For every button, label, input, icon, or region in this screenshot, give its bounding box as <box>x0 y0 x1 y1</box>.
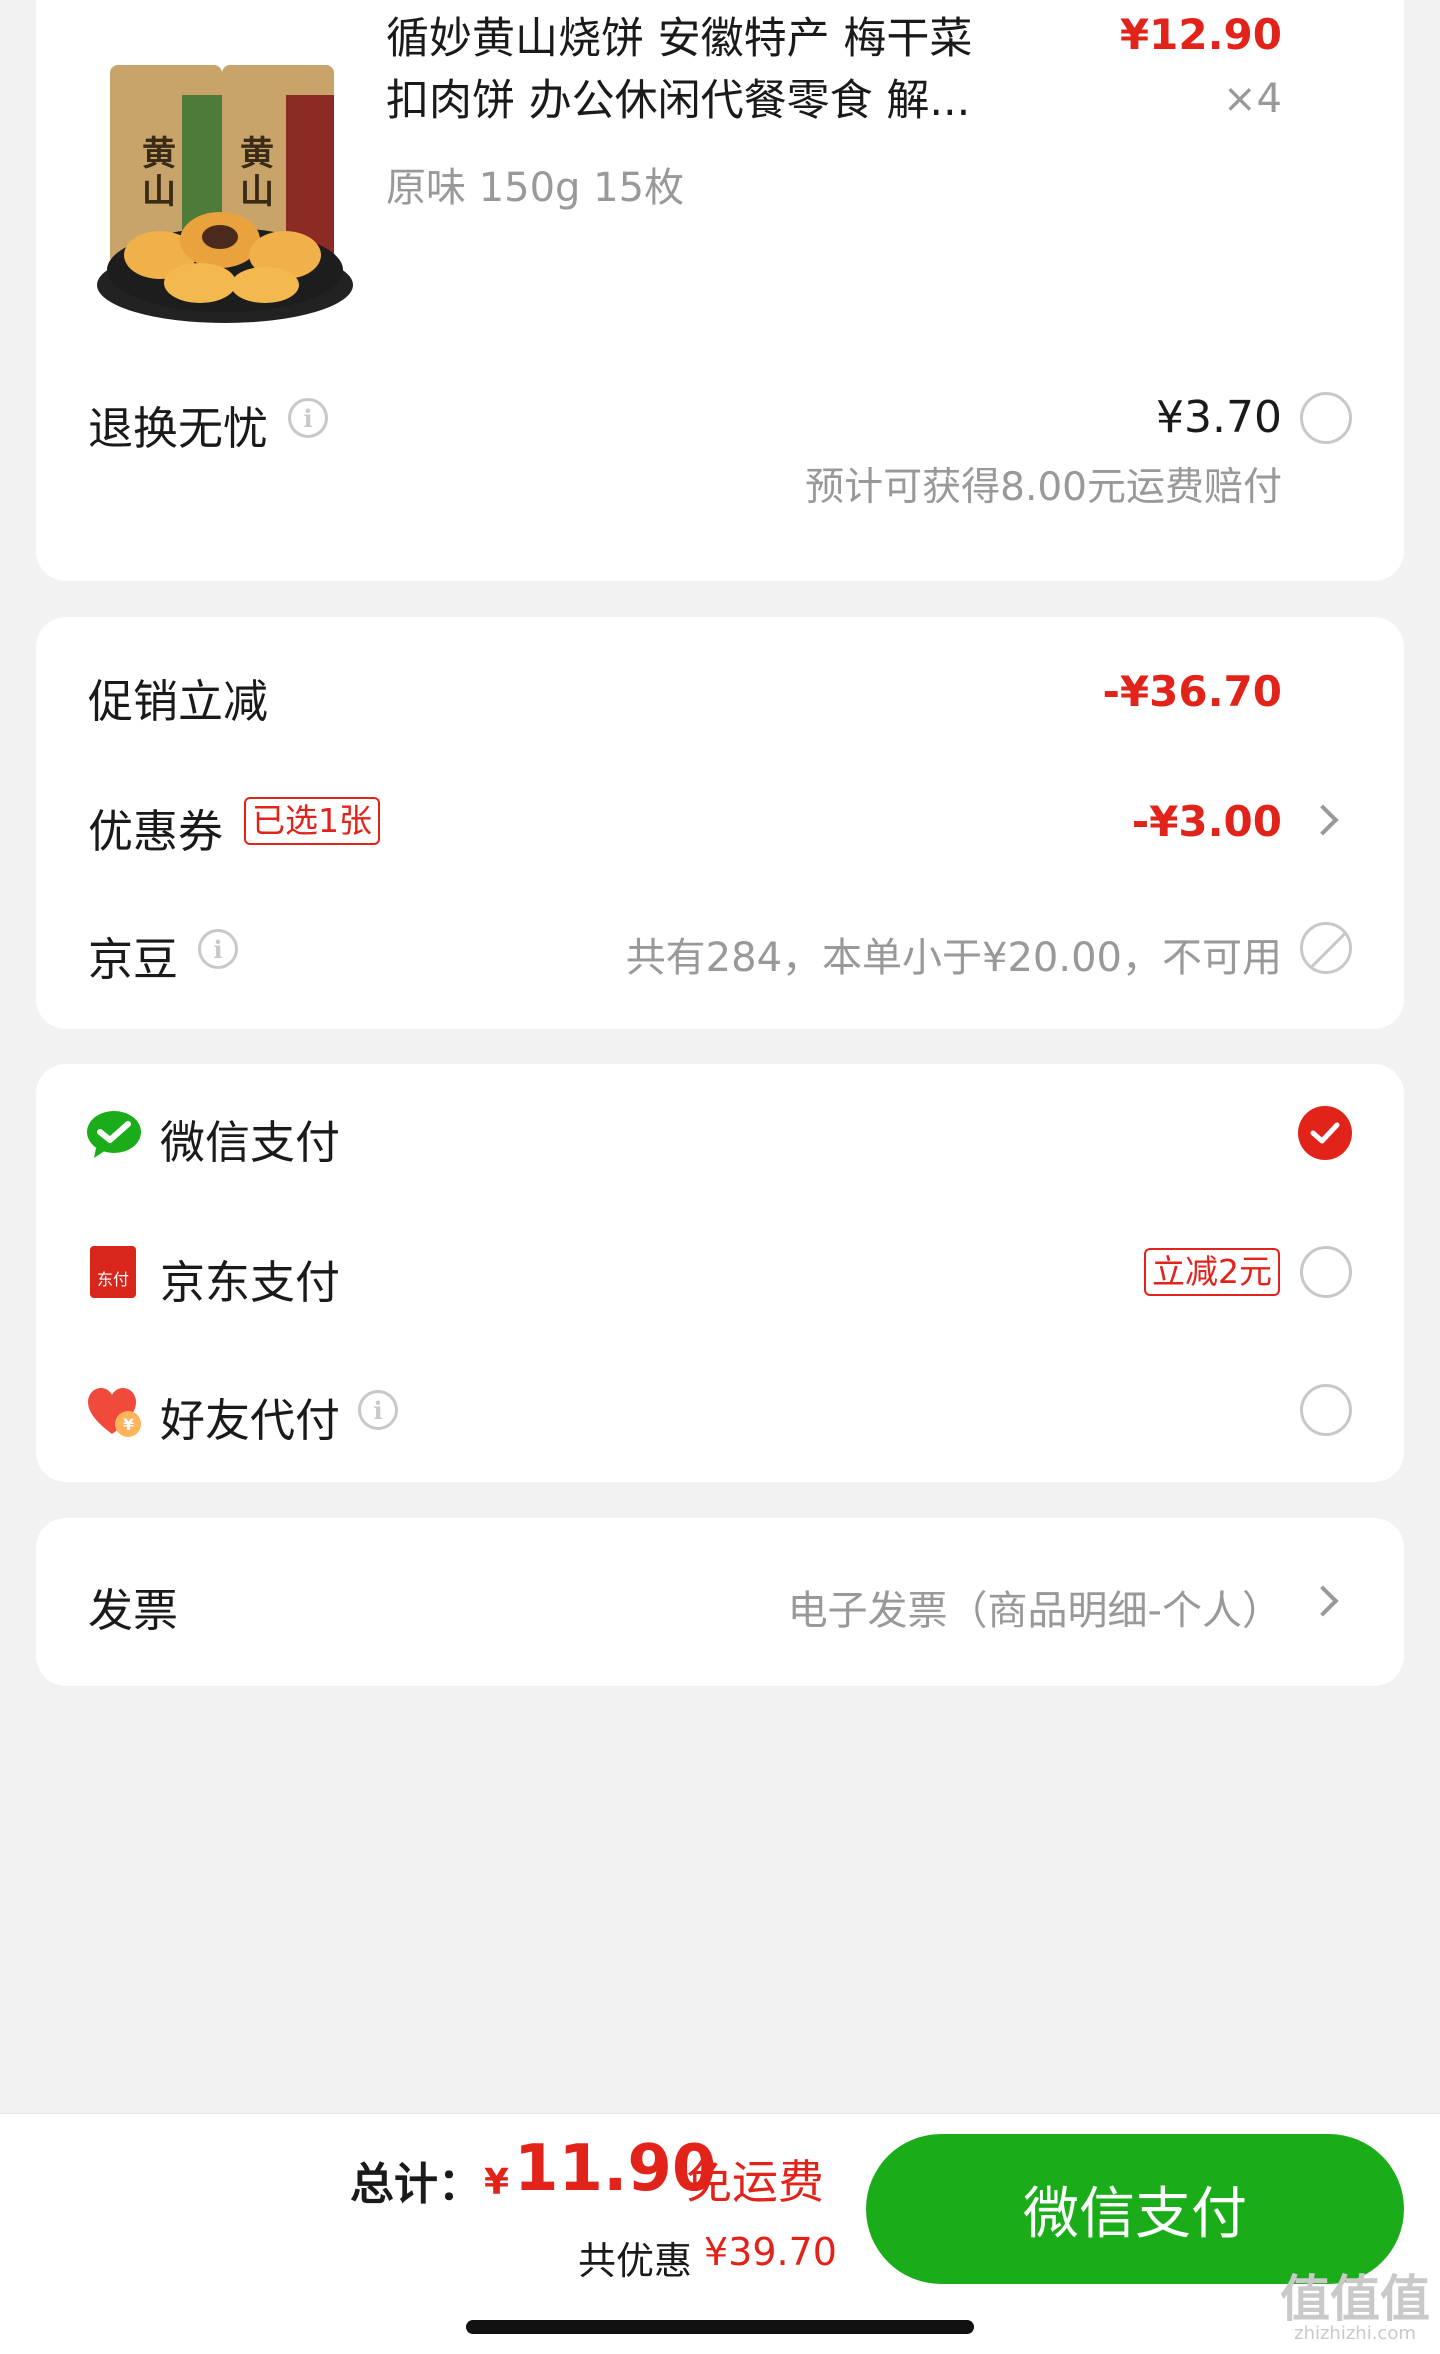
friend-pay-label: 好友代付 <box>160 1394 341 1447</box>
coupon-selected-tag: 已选1张 <box>244 797 380 845</box>
product-title[interactable]: 循妙黄山烧饼 安徽特产 梅干菜 扣肉饼 办公休闲代餐零食 解... <box>386 8 1086 132</box>
invoice-value: 电子发票（商品明细-个人） <box>787 1588 1282 1634</box>
discount-card: 促销立减 -¥36.70 优惠券 已选1张 -¥3.00 京豆 i 共有284，… <box>36 617 1404 1029</box>
payment-option-jdpay[interactable]: 东付 京东支付 立减2元 <box>36 1204 1404 1344</box>
jingdou-label: 京豆 <box>88 933 179 986</box>
check-icon <box>1310 1122 1340 1144</box>
coupon-value: -¥3.00 <box>1131 797 1282 846</box>
svg-text:黄: 黄 <box>142 134 176 174</box>
coupon-row[interactable]: 优惠券 已选1张 -¥3.00 <box>36 767 1404 877</box>
disabled-icon <box>1300 922 1352 974</box>
chevron-right-icon <box>1307 804 1339 836</box>
shipping-free: 免运费 <box>686 2155 824 2209</box>
invoice-label: 发票 <box>88 1584 179 1637</box>
product-card: 黄 山 黄 山 循妙黄山烧饼 安徽特产 梅干菜 扣肉饼 办公休闲代餐零食 解..… <box>36 0 1404 581</box>
jdpay-icon-text: 东付 <box>96 1270 129 1289</box>
promo-value: -¥36.70 <box>1102 667 1282 716</box>
payment-option-wechat[interactable]: 微信支付 <box>36 1064 1404 1204</box>
checkout-bar: 总计： ¥ 11.90 免运费 共优惠 ¥39.70 微信支付 值值值 zhiz… <box>0 2113 1440 2354</box>
total-currency: ¥ <box>484 2162 510 2203</box>
svg-text:黄: 黄 <box>240 134 274 174</box>
invoice-card[interactable]: 发票 电子发票（商品明细-个人） <box>36 1518 1404 1686</box>
jdpay-discount-tag: 立减2元 <box>1144 1248 1280 1296</box>
product-quantity: ×4 <box>1223 76 1282 122</box>
jingdou-note: 共有284，本单小于¥20.00，不可用 <box>625 935 1282 981</box>
payment-option-friend[interactable]: ¥ 好友代付 i <box>36 1344 1404 1482</box>
pay-button-label: 微信支付 <box>1023 2181 1247 2247</box>
watermark-main: 值值值 <box>1280 2270 1430 2328</box>
home-indicator <box>466 2320 974 2334</box>
wechat-pay-label: 微信支付 <box>160 1116 341 1169</box>
jdpay-radio[interactable] <box>1300 1246 1352 1298</box>
promo-label: 促销立减 <box>88 675 269 728</box>
jdpay-icon: 东付 <box>90 1246 136 1298</box>
watermark: 值值值 zhizhizhi.com <box>1280 2274 1430 2344</box>
friend-pay-radio[interactable] <box>1300 1384 1352 1436</box>
svg-text:山: 山 <box>240 172 274 212</box>
heart-icon: ¥ <box>86 1386 144 1442</box>
jdpay-label: 京东支付 <box>160 1256 341 1309</box>
chevron-right-icon <box>1307 1585 1339 1617</box>
return-service-price: ¥3.70 <box>1156 392 1282 443</box>
product-title-line1: 循妙黄山烧饼 安徽特产 梅干菜 <box>386 14 973 64</box>
info-icon[interactable]: i <box>288 398 328 438</box>
saved-label: 共优惠 <box>578 2239 693 2283</box>
wechat-pay-button[interactable]: 微信支付 <box>866 2134 1404 2284</box>
total-label: 总计： <box>350 2159 482 2210</box>
product-title-line2: 扣肉饼 办公休闲代餐零食 解... <box>386 76 971 126</box>
product-price: ¥12.90 <box>1119 10 1282 59</box>
saved-value: ¥39.70 <box>704 2230 837 2274</box>
coupon-label: 优惠券 <box>88 805 224 858</box>
return-service-radio[interactable] <box>1300 392 1352 444</box>
product-image[interactable]: 黄 山 黄 山 <box>90 55 360 325</box>
wechat-icon <box>86 1108 142 1162</box>
wechat-pay-radio-checked[interactable] <box>1298 1106 1352 1160</box>
info-icon[interactable]: i <box>358 1390 398 1430</box>
product-spec: 原味 150g 15枚 <box>386 165 685 211</box>
svg-text:¥: ¥ <box>123 1415 134 1434</box>
payment-card: 微信支付 东付 京东支付 立减2元 ¥ 好友代付 i <box>36 1064 1404 1482</box>
info-icon[interactable]: i <box>198 929 238 969</box>
watermark-sub: zhizhizhi.com <box>1294 2323 1416 2344</box>
svg-text:山: 山 <box>142 172 176 212</box>
return-service-note: 预计可获得8.00元运费赔付 <box>805 465 1282 510</box>
return-service-label: 退换无忧 <box>88 402 269 455</box>
